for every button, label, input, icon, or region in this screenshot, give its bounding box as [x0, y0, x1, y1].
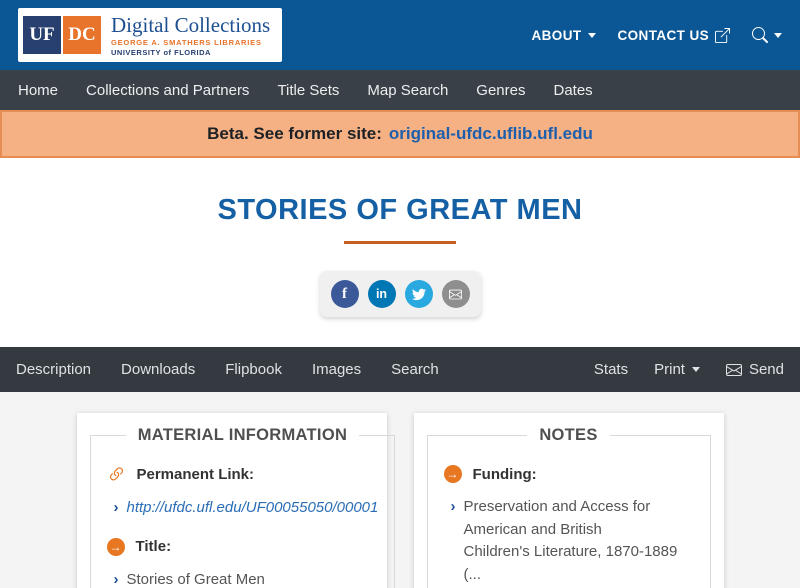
ufdc-logo-mark: UF DC: [23, 15, 101, 54]
nav-item-genres[interactable]: Genres: [462, 73, 539, 108]
site-header: UF DC Digital Collections GEORGE A. SMAT…: [0, 0, 800, 70]
title-field-value: Stories of Great Men: [126, 570, 265, 588]
nav-item-home[interactable]: Home: [4, 73, 72, 108]
nav-item-collections-and-partners[interactable]: Collections and Partners: [72, 73, 263, 108]
site-logo[interactable]: UF DC Digital Collections GEORGE A. SMAT…: [18, 7, 283, 63]
material-information-title: MATERIAL INFORMATION: [137, 426, 348, 444]
external-link-icon: [715, 27, 730, 43]
nav-item-title-sets[interactable]: Title Sets: [263, 73, 353, 108]
twitter-icon: [411, 287, 426, 301]
chevron-right-icon: ›: [450, 498, 456, 515]
permanent-link-icon: [107, 465, 126, 484]
site-title: Digital Collections: [111, 12, 271, 37]
chevron-right-icon: ›: [113, 499, 119, 516]
toolbar-tab-search[interactable]: Search: [391, 361, 439, 378]
permanent-link-label: Permanent Link:: [136, 466, 255, 483]
envelope-icon: [449, 288, 462, 301]
title-field-label: Title:: [135, 538, 172, 555]
beta-banner-message: Beta. See former site:: [207, 124, 382, 143]
notes-card: NOTES → Funding: › Preservation and Acce…: [413, 413, 724, 588]
envelope-icon: [725, 362, 742, 378]
facebook-share-button[interactable]: f: [330, 280, 359, 308]
main-navigation: Home Collections and Partners Title Sets…: [0, 70, 800, 110]
twitter-share-button[interactable]: [404, 280, 433, 308]
material-information-card: MATERIAL INFORMATION Permanent Link: › h…: [76, 413, 396, 588]
site-subtitle-libraries: GEORGE A. SMATHERS LIBRARIES: [111, 37, 262, 47]
chevron-right-icon: ›: [113, 570, 119, 588]
nav-item-map-search[interactable]: Map Search: [353, 73, 462, 108]
uf-logo-square: UF: [23, 15, 61, 54]
search-icon: [752, 27, 768, 43]
about-menu[interactable]: ABOUT: [532, 28, 596, 43]
dc-logo-square: DC: [63, 15, 101, 54]
chevron-down-icon: [587, 32, 596, 38]
toolbar-tab-flipbook[interactable]: Flipbook: [225, 361, 282, 378]
linkedin-icon: in: [375, 287, 388, 301]
contact-us-link[interactable]: CONTACT US: [617, 27, 730, 43]
funding-value: Preservation and Access for American and…: [463, 498, 678, 583]
hero-section: STORIES OF GREAT MEN f in: [0, 158, 800, 347]
arrow-right-circle-icon: →: [443, 465, 462, 483]
print-menu[interactable]: Print: [654, 361, 700, 378]
arrow-right-circle-icon: →: [106, 537, 125, 556]
chevron-down-icon: [691, 367, 700, 372]
search-menu[interactable]: [752, 27, 782, 43]
contact-us-label: CONTACT US: [617, 27, 709, 43]
notes-title: NOTES: [539, 426, 598, 444]
former-site-link[interactable]: original-ufdc.uflib.ufl.edu: [389, 124, 593, 144]
linkedin-share-button[interactable]: in: [367, 280, 396, 308]
print-label: Print: [654, 361, 685, 378]
facebook-icon: f: [342, 285, 347, 302]
toolbar-tab-images[interactable]: Images: [312, 361, 361, 378]
about-label: ABOUT: [531, 27, 582, 43]
permanent-link-value[interactable]: http://ufdc.ufl.edu/UF00055050/00001: [127, 497, 379, 520]
beta-banner: Beta. See former site: original-ufdc.ufl…: [0, 110, 800, 158]
chevron-down-icon: [774, 32, 782, 38]
social-share-bar: f in: [319, 271, 481, 317]
toolbar-tab-downloads[interactable]: Downloads: [121, 361, 195, 378]
site-subtitle-university: UNIVERSITY of FLORIDA: [111, 47, 211, 57]
send-label: Send: [748, 361, 784, 378]
nav-item-dates[interactable]: Dates: [539, 73, 606, 108]
funding-label: Funding:: [472, 465, 537, 483]
send-button[interactable]: Send: [725, 361, 784, 378]
toolbar-tab-description[interactable]: Description: [16, 361, 91, 378]
content-area: MATERIAL INFORMATION Permanent Link: › h…: [0, 392, 800, 588]
page-title: STORIES OF GREAT MEN: [217, 194, 583, 226]
item-toolbar: Description Downloads Flipbook Images Se…: [0, 347, 800, 392]
email-share-button[interactable]: [441, 280, 470, 308]
stats-button[interactable]: Stats: [594, 361, 628, 378]
